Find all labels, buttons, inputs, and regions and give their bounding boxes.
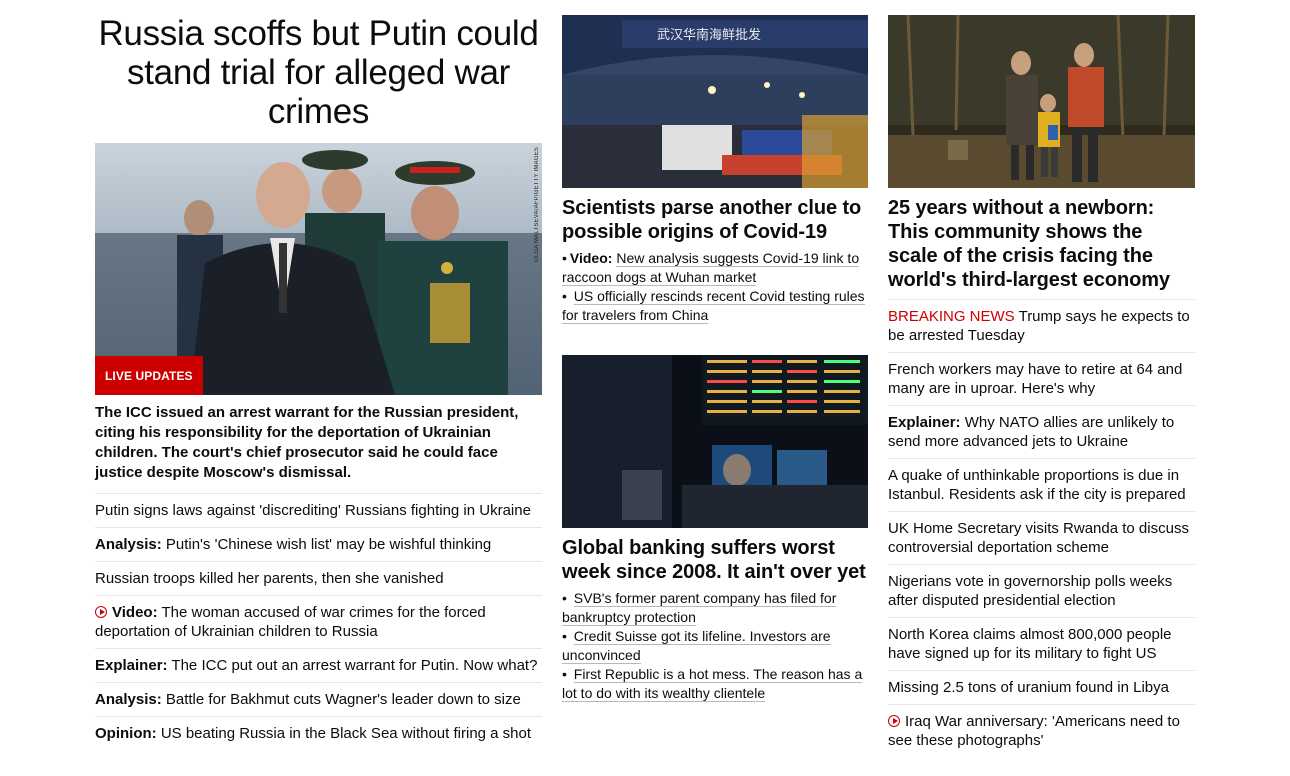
link-text: UK Home Secretary visits Rwanda to discu… — [888, 520, 1189, 556]
list-item[interactable]: Nigerians vote in governorship polls wee… — [888, 564, 1195, 617]
link-text: North Korea claims almost 800,000 people… — [888, 626, 1172, 662]
lead-headline[interactable]: Russia scoffs but Putin could stand tria… — [95, 14, 542, 131]
homepage: Russia scoffs but Putin could stand tria… — [0, 0, 1290, 776]
link-prefix: Video: — [112, 604, 158, 621]
link-text: Putin's 'Chinese wish list' may be wishf… — [161, 536, 492, 553]
breaking-news-label: BREAKING NEWS — [888, 308, 1015, 325]
play-icon — [888, 715, 900, 727]
sub-link[interactable]: SVB's former parent company has filed fo… — [562, 590, 837, 626]
list-item[interactable]: North Korea claims almost 800,000 people… — [888, 617, 1195, 670]
list-item[interactable]: Analysis: Putin's 'Chinese wish list' ma… — [95, 527, 542, 561]
list-item[interactable]: Analysis: Battle for Bakhmut cuts Wagner… — [95, 682, 542, 716]
list-item[interactable]: • US officially rescinds recent Covid te… — [562, 287, 868, 325]
market-sign: 武汉华南海鲜批发 — [657, 27, 761, 43]
list-item[interactable]: Video: The woman accused of war crimes f… — [95, 595, 542, 648]
link-text: French workers may have to retire at 64 … — [888, 361, 1183, 397]
list-item[interactable]: • SVB's former parent company has filed … — [562, 589, 868, 627]
covid-story-links: • Video: New analysis suggests Covid-19 l… — [562, 249, 868, 325]
play-icon — [95, 606, 107, 618]
lead-image[interactable]: OLGA MALTSEVA/AFP/GETTY IMAGES LIVE UPDA… — [95, 143, 542, 395]
link-text: The ICC put out an arrest warrant for Pu… — [167, 657, 538, 674]
link-text: Iraq War anniversary: 'Americans need to… — [888, 713, 1180, 749]
list-item[interactable]: Explainer: Why NATO allies are unlikely … — [888, 405, 1195, 458]
lead-related-list: Putin signs laws against 'discrediting' … — [95, 493, 542, 750]
middle-column: 武汉华南海鲜批发 Scientists parse another clue t… — [562, 0, 868, 703]
link-text: Missing 2.5 tons of uranium found in Lib… — [888, 679, 1169, 696]
banking-story: Global banking suffers worst week since … — [562, 355, 868, 703]
list-item[interactable]: BREAKING NEWS Trump says he expects to b… — [888, 299, 1195, 352]
list-item[interactable]: Iraq War anniversary: 'Americans need to… — [888, 704, 1195, 757]
link-prefix: Opinion: — [95, 725, 157, 742]
link-text: Battle for Bakhmut cuts Wagner's leader … — [161, 691, 521, 708]
banking-story-image[interactable] — [562, 355, 868, 528]
link-prefix: Analysis: — [95, 691, 162, 708]
lead-column: Russia scoffs but Putin could stand tria… — [95, 0, 542, 750]
banking-story-headline[interactable]: Global banking suffers worst week since … — [562, 536, 868, 584]
banking-story-links: • SVB's former parent company has filed … — [562, 589, 868, 703]
list-item[interactable]: • First Republic is a hot mess. The reas… — [562, 665, 868, 703]
link-text: Russian troops killed her parents, then … — [95, 570, 444, 587]
list-item[interactable]: Opinion: US beating Russia in the Black … — [95, 716, 542, 750]
right-list: BREAKING NEWS Trump says he expects to b… — [888, 299, 1195, 757]
sub-link[interactable]: US officially rescinds recent Covid test… — [562, 288, 865, 324]
list-item[interactable]: A quake of unthinkable proportions is du… — [888, 458, 1195, 511]
link-text: A quake of unthinkable proportions is du… — [888, 467, 1186, 503]
link-prefix: Explainer: — [95, 657, 168, 674]
japan-story-image[interactable] — [888, 15, 1195, 188]
list-item[interactable]: • Credit Suisse got its lifeline. Invest… — [562, 627, 868, 665]
japan-story-headline[interactable]: 25 years without a newborn: This communi… — [888, 196, 1195, 292]
image-credit: OLGA MALTSEVA/AFP/GETTY IMAGES — [534, 147, 540, 263]
covid-story-headline[interactable]: Scientists parse another clue to possibl… — [562, 196, 868, 244]
list-item[interactable]: • Video: New analysis suggests Covid-19 l… — [562, 249, 868, 287]
lead-summary[interactable]: The ICC issued an arrest warrant for the… — [95, 403, 542, 483]
link-prefix: Explainer: — [888, 414, 961, 431]
list-item[interactable]: UK Home Secretary visits Rwanda to discu… — [888, 511, 1195, 564]
sub-link[interactable]: First Republic is a hot mess. The reason… — [562, 666, 863, 702]
list-item[interactable]: Putin signs laws against 'discrediting' … — [95, 493, 542, 527]
list-item[interactable]: Russian troops killed her parents, then … — [95, 561, 542, 595]
list-item[interactable]: Missing 2.5 tons of uranium found in Lib… — [888, 670, 1195, 704]
live-updates-badge[interactable]: LIVE UPDATES — [95, 356, 203, 395]
link-text: Nigerians vote in governorship polls wee… — [888, 573, 1173, 609]
link-text: US beating Russia in the Black Sea witho… — [156, 725, 532, 742]
link-text: Putin signs laws against 'discrediting' … — [95, 502, 531, 519]
right-column: 25 years without a newborn: This communi… — [888, 0, 1195, 757]
link-prefix: Video: — [569, 250, 613, 266]
covid-story-image[interactable]: 武汉华南海鲜批发 — [562, 15, 868, 188]
sub-link[interactable]: Credit Suisse got its lifeline. Investor… — [562, 628, 831, 664]
list-item[interactable]: French workers may have to retire at 64 … — [888, 352, 1195, 405]
link-prefix: Analysis: — [95, 536, 162, 553]
list-item[interactable]: Explainer: The ICC put out an arrest war… — [95, 648, 542, 682]
